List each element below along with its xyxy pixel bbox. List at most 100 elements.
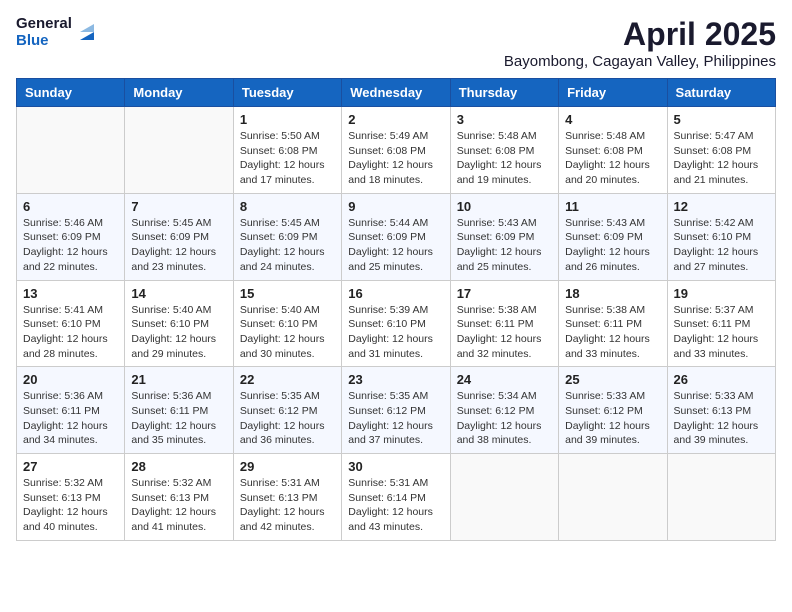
day-info: Sunrise: 5:48 AM Sunset: 6:08 PM Dayligh…	[565, 129, 660, 188]
logo-container: General Blue	[16, 16, 98, 49]
day-info: Sunrise: 5:36 AM Sunset: 6:11 PM Dayligh…	[131, 389, 226, 448]
day-number: 29	[240, 459, 335, 474]
day-cell: 21Sunrise: 5:36 AM Sunset: 6:11 PM Dayli…	[125, 367, 233, 454]
day-info: Sunrise: 5:41 AM Sunset: 6:10 PM Dayligh…	[23, 303, 118, 362]
day-info: Sunrise: 5:50 AM Sunset: 6:08 PM Dayligh…	[240, 129, 335, 188]
day-number: 2	[348, 112, 443, 127]
day-number: 7	[131, 199, 226, 214]
day-cell: 15Sunrise: 5:40 AM Sunset: 6:10 PM Dayli…	[233, 280, 341, 367]
day-info: Sunrise: 5:43 AM Sunset: 6:09 PM Dayligh…	[457, 216, 552, 275]
day-number: 17	[457, 286, 552, 301]
day-info: Sunrise: 5:33 AM Sunset: 6:13 PM Dayligh…	[674, 389, 769, 448]
day-cell	[450, 454, 558, 541]
logo: General Blue	[16, 16, 98, 49]
weekday-header-row: SundayMondayTuesdayWednesdayThursdayFrid…	[17, 79, 776, 107]
day-cell: 11 Sunrise: 5:43 AM Sunset: 6:09 PM Dayli…	[559, 193, 667, 280]
day-cell: 25 Sunrise: 5:33 AM Sunset: 6:12 PM Dayli…	[559, 367, 667, 454]
day-info: Sunrise: 5:48 AM Sunset: 6:08 PM Dayligh…	[457, 129, 552, 188]
day-number: 15	[240, 286, 335, 301]
day-info: Sunrise: 5:44 AM Sunset: 6:09 PM Dayligh…	[348, 216, 443, 275]
week-row-3: 13 Sunrise: 5:41 AM Sunset: 6:10 PM Dayli…	[17, 280, 776, 367]
day-info: Sunrise: 5:39 AM Sunset: 6:10 PM Dayligh…	[348, 303, 443, 362]
day-cell: 10 Sunrise: 5:43 AM Sunset: 6:09 PM Dayli…	[450, 193, 558, 280]
location-subtitle: Bayombong, Cagayan Valley, Philippines	[504, 53, 776, 70]
day-info: Sunrise: 5:31 AM Sunset: 6:13 PM Dayligh…	[240, 476, 335, 535]
day-cell: 23Sunrise: 5:35 AM Sunset: 6:12 PM Dayli…	[342, 367, 450, 454]
day-info: Sunrise: 5:34 AM Sunset: 6:12 PM Dayligh…	[457, 389, 552, 448]
day-number: 22	[240, 372, 335, 387]
day-cell: 5Sunrise: 5:47 AM Sunset: 6:08 PM Daylig…	[667, 107, 775, 194]
day-info: Sunrise: 5:45 AM Sunset: 6:09 PM Dayligh…	[131, 216, 226, 275]
day-number: 6	[23, 199, 118, 214]
day-number: 9	[348, 199, 443, 214]
day-cell: 2 Sunrise: 5:49 AM Sunset: 6:08 PM Daylig…	[342, 107, 450, 194]
day-cell: 6Sunrise: 5:46 AM Sunset: 6:09 PM Daylig…	[17, 193, 125, 280]
day-cell: 26 Sunrise: 5:33 AM Sunset: 6:13 PM Dayli…	[667, 367, 775, 454]
day-cell: 1 Sunrise: 5:50 AM Sunset: 6:08 PM Daylig…	[233, 107, 341, 194]
weekday-header-monday: Monday	[125, 79, 233, 107]
weekday-header-thursday: Thursday	[450, 79, 558, 107]
day-cell: 22 Sunrise: 5:35 AM Sunset: 6:12 PM Dayli…	[233, 367, 341, 454]
weekday-header-tuesday: Tuesday	[233, 79, 341, 107]
week-row-4: 20 Sunrise: 5:36 AM Sunset: 6:11 PM Dayli…	[17, 367, 776, 454]
day-cell	[667, 454, 775, 541]
day-cell: 14 Sunrise: 5:40 AM Sunset: 6:10 PM Dayli…	[125, 280, 233, 367]
day-number: 20	[23, 372, 118, 387]
day-cell: 19Sunrise: 5:37 AM Sunset: 6:11 PM Dayli…	[667, 280, 775, 367]
day-info: Sunrise: 5:49 AM Sunset: 6:08 PM Dayligh…	[348, 129, 443, 188]
day-number: 30	[348, 459, 443, 474]
week-row-1: 1 Sunrise: 5:50 AM Sunset: 6:08 PM Daylig…	[17, 107, 776, 194]
day-info: Sunrise: 5:32 AM Sunset: 6:13 PM Dayligh…	[23, 476, 118, 535]
weekday-header-saturday: Saturday	[667, 79, 775, 107]
day-number: 5	[674, 112, 769, 127]
day-cell: 30 Sunrise: 5:31 AM Sunset: 6:14 PM Dayli…	[342, 454, 450, 541]
day-cell: 7 Sunrise: 5:45 AM Sunset: 6:09 PM Daylig…	[125, 193, 233, 280]
day-number: 25	[565, 372, 660, 387]
month-title: April 2025	[504, 16, 776, 53]
day-number: 13	[23, 286, 118, 301]
day-info: Sunrise: 5:36 AM Sunset: 6:11 PM Dayligh…	[23, 389, 118, 448]
day-cell: 16Sunrise: 5:39 AM Sunset: 6:10 PM Dayli…	[342, 280, 450, 367]
day-info: Sunrise: 5:32 AM Sunset: 6:13 PM Dayligh…	[131, 476, 226, 535]
day-number: 8	[240, 199, 335, 214]
logo-general: General	[16, 16, 72, 33]
day-number: 18	[565, 286, 660, 301]
logo-text: General Blue	[16, 16, 72, 49]
day-cell: 27Sunrise: 5:32 AM Sunset: 6:13 PM Dayli…	[17, 454, 125, 541]
day-cell	[17, 107, 125, 194]
page-header: General Blue April 2025 Bayombong, Cagay…	[16, 16, 776, 70]
day-info: Sunrise: 5:38 AM Sunset: 6:11 PM Dayligh…	[457, 303, 552, 362]
day-info: Sunrise: 5:45 AM Sunset: 6:09 PM Dayligh…	[240, 216, 335, 275]
day-cell: 12Sunrise: 5:42 AM Sunset: 6:10 PM Dayli…	[667, 193, 775, 280]
title-block: April 2025 Bayombong, Cagayan Valley, Ph…	[504, 16, 776, 70]
day-info: Sunrise: 5:43 AM Sunset: 6:09 PM Dayligh…	[565, 216, 660, 275]
day-cell: 9 Sunrise: 5:44 AM Sunset: 6:09 PM Daylig…	[342, 193, 450, 280]
day-cell: 8 Sunrise: 5:45 AM Sunset: 6:09 PM Daylig…	[233, 193, 341, 280]
day-info: Sunrise: 5:33 AM Sunset: 6:12 PM Dayligh…	[565, 389, 660, 448]
weekday-header-friday: Friday	[559, 79, 667, 107]
day-number: 12	[674, 199, 769, 214]
day-number: 14	[131, 286, 226, 301]
day-info: Sunrise: 5:40 AM Sunset: 6:10 PM Dayligh…	[131, 303, 226, 362]
day-cell: 29 Sunrise: 5:31 AM Sunset: 6:13 PM Dayli…	[233, 454, 341, 541]
day-number: 3	[457, 112, 552, 127]
day-info: Sunrise: 5:35 AM Sunset: 6:12 PM Dayligh…	[348, 389, 443, 448]
day-number: 24	[457, 372, 552, 387]
day-cell: 17 Sunrise: 5:38 AM Sunset: 6:11 PM Dayli…	[450, 280, 558, 367]
week-row-2: 6Sunrise: 5:46 AM Sunset: 6:09 PM Daylig…	[17, 193, 776, 280]
day-info: Sunrise: 5:35 AM Sunset: 6:12 PM Dayligh…	[240, 389, 335, 448]
logo-blue: Blue	[16, 33, 72, 50]
day-number: 10	[457, 199, 552, 214]
day-number: 19	[674, 286, 769, 301]
logo-triangle-icon	[76, 22, 98, 44]
weekday-header-sunday: Sunday	[17, 79, 125, 107]
day-number: 11	[565, 199, 660, 214]
day-number: 1	[240, 112, 335, 127]
day-number: 4	[565, 112, 660, 127]
day-cell: 4 Sunrise: 5:48 AM Sunset: 6:08 PM Daylig…	[559, 107, 667, 194]
day-cell: 3 Sunrise: 5:48 AM Sunset: 6:08 PM Daylig…	[450, 107, 558, 194]
day-number: 26	[674, 372, 769, 387]
day-cell: 20 Sunrise: 5:36 AM Sunset: 6:11 PM Dayli…	[17, 367, 125, 454]
day-cell: 24 Sunrise: 5:34 AM Sunset: 6:12 PM Dayli…	[450, 367, 558, 454]
day-info: Sunrise: 5:31 AM Sunset: 6:14 PM Dayligh…	[348, 476, 443, 535]
